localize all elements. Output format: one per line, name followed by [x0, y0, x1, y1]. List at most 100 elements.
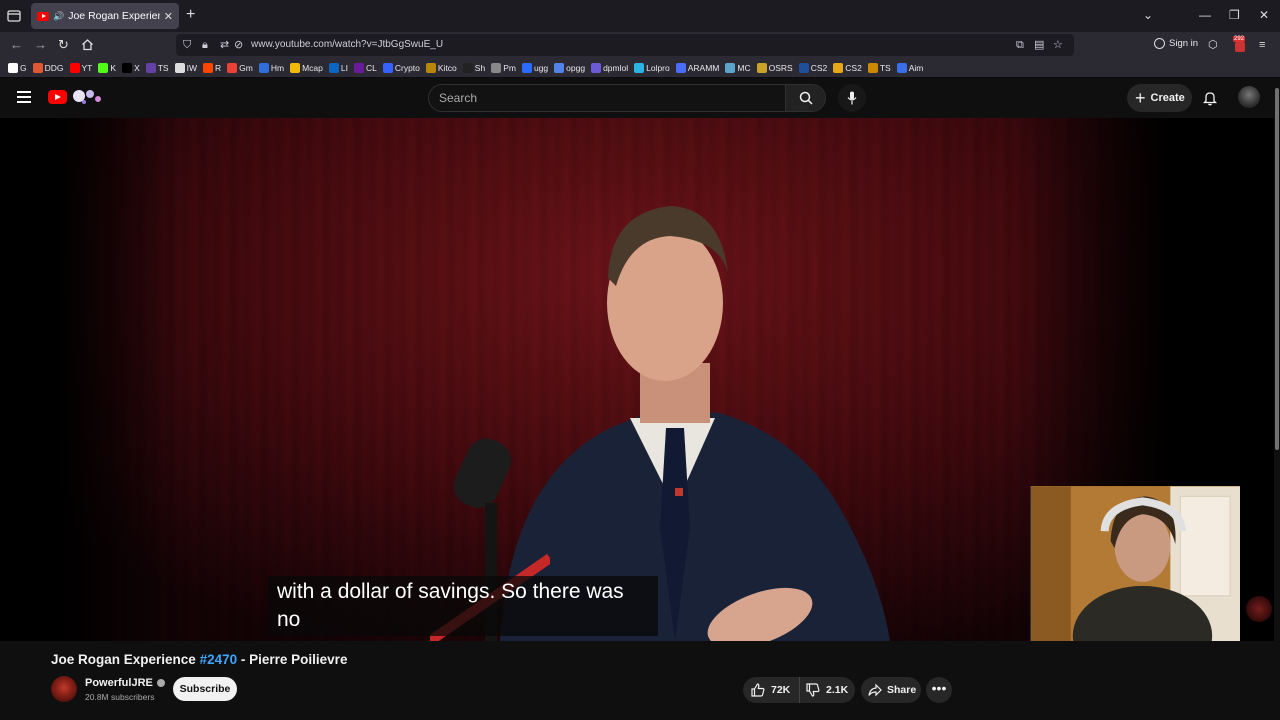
bookmark-item[interactable]: opgg	[554, 63, 585, 73]
video-title-prefix: Joe Rogan Experience	[51, 652, 196, 667]
reader-view-icon[interactable]: ▤	[1034, 38, 1044, 52]
search-button[interactable]	[785, 85, 825, 111]
bookmark-item[interactable]: LI	[328, 63, 348, 73]
home-icon[interactable]	[81, 38, 94, 51]
bookmark-item[interactable]: Sh	[462, 63, 485, 73]
caption-line-1: with a dollar of savings. So there was	[277, 580, 624, 603]
close-tab-icon[interactable]: ✕	[164, 10, 173, 23]
search-input[interactable]	[429, 85, 786, 111]
bookmark-favicon-icon	[69, 63, 80, 73]
bookmark-item[interactable]: dpmlol	[591, 63, 628, 73]
more-actions-button[interactable]: •••	[926, 677, 952, 703]
dislike-button[interactable]: 2.1K	[799, 677, 855, 703]
bookmark-favicon-icon	[32, 63, 43, 73]
bookmark-item[interactable]: TS	[145, 63, 169, 73]
bookmark-favicon-icon	[798, 63, 809, 73]
bookmark-item[interactable]: MC	[725, 63, 751, 73]
youtube-favicon-icon	[37, 11, 49, 21]
share-button[interactable]: Share	[861, 677, 921, 703]
forward-icon[interactable]: →	[34, 37, 47, 53]
channel-avatar[interactable]	[51, 676, 77, 702]
permissions-icon[interactable]: ⇄	[220, 38, 229, 52]
bookmark-item[interactable]: ARAMM	[675, 63, 719, 73]
bookmark-favicon-icon	[98, 63, 109, 73]
guide-menu-icon[interactable]	[17, 91, 31, 103]
back-icon[interactable]: ←	[10, 37, 23, 53]
bookmark-label: CL	[365, 63, 377, 73]
video-caption: with a dollar of savings. So there was n…	[268, 576, 658, 636]
bookmark-label: Lolpro	[646, 63, 670, 73]
bookmark-favicon-icon	[328, 63, 339, 73]
bookmark-item[interactable]: X	[122, 63, 140, 73]
extension-badge: 292	[1233, 36, 1246, 42]
tab-list-icon[interactable]	[6, 8, 22, 24]
bookmark-item[interactable]: OSRS	[756, 63, 793, 73]
bookmark-item[interactable]: CS2	[833, 63, 862, 73]
bookmark-item[interactable]: R	[203, 63, 221, 73]
channel-name[interactable]: PowerfulJRE	[85, 677, 165, 689]
create-button[interactable]: + Create	[1127, 84, 1192, 112]
notifications-bell-icon[interactable]	[1202, 90, 1218, 106]
browser-tab-active[interactable]: 🔊 Joe Rogan Experience #2470 - Pierre Po…	[31, 3, 179, 29]
bookmark-item[interactable]: Crypto	[382, 63, 420, 73]
youtube-doodle-icon[interactable]	[70, 87, 106, 107]
bookmark-label: DDG	[44, 63, 64, 73]
bookmark-label: opgg	[566, 63, 586, 73]
account-avatar[interactable]	[1238, 86, 1260, 108]
bookmark-item[interactable]: CL	[353, 63, 377, 73]
close-window-icon[interactable]: ✕	[1259, 8, 1269, 22]
bookmark-item[interactable]: Gm	[227, 63, 253, 73]
bookmark-favicon-icon	[896, 63, 907, 73]
channel-name-label[interactable]: PowerfulJRE	[85, 677, 153, 689]
address-bar[interactable]: ⛉ 🔒︎ ⇄ ⊘ www.youtube.com/watch?v=JtbGgSw…	[176, 34, 1074, 56]
episode-hashtag-link[interactable]: #2470	[200, 652, 238, 667]
tracking-blocked-icon[interactable]: ⊘	[234, 38, 243, 52]
bookmark-item[interactable]: IW	[174, 63, 197, 73]
bookmark-item[interactable]: YT	[69, 63, 93, 73]
shield-icon[interactable]: ⛉	[183, 38, 191, 52]
restore-window-icon[interactable]: ❐	[1229, 8, 1240, 22]
bookmark-item[interactable]: TS	[867, 63, 891, 73]
page-scrollbar[interactable]	[1274, 78, 1280, 720]
tab-dropdown-icon[interactable]: ⌄	[1143, 8, 1153, 22]
audio-playing-icon[interactable]: 🔊	[53, 11, 64, 22]
bookmark-item[interactable]: DDG	[32, 63, 64, 73]
lock-icon[interactable]: 🔒︎	[202, 38, 208, 52]
tab-title: Joe Rogan Experience #2470 - Pierre Poil…	[68, 10, 160, 22]
bookmark-star-icon[interactable]: ☆	[1053, 38, 1063, 52]
youtube-masthead: + Create	[0, 78, 1280, 118]
url-text[interactable]: www.youtube.com/watch?v=JtbGgSwuE_U	[251, 39, 443, 50]
bookmark-item[interactable]: Kitco	[425, 63, 457, 73]
bookmark-label: YT	[81, 63, 93, 73]
subscriber-count: 20.8M subscribers	[85, 692, 155, 702]
picture-in-picture-icon[interactable]: ⧉	[1016, 38, 1024, 52]
channel-watermark[interactable]	[1246, 596, 1272, 622]
bookmark-item[interactable]: Hm	[258, 63, 284, 73]
reload-icon[interactable]: ↻	[58, 37, 69, 53]
bookmark-item[interactable]: Pm	[491, 63, 516, 73]
bookmark-label: X	[134, 63, 140, 73]
video-player[interactable]: with a dollar of savings. So there was n…	[0, 118, 1274, 641]
bookmark-label: TS	[157, 63, 169, 73]
bookmark-item[interactable]: G	[8, 63, 27, 73]
bookmark-favicon-icon	[491, 63, 502, 73]
ublock-extension-icon[interactable]: 292	[1233, 36, 1247, 54]
signin-button[interactable]: Sign in	[1154, 38, 1198, 49]
bookmark-item[interactable]: Mcap	[290, 63, 323, 73]
bookmark-item[interactable]: Aim	[896, 63, 923, 73]
bookmark-item[interactable]: CS2	[798, 63, 827, 73]
app-menu-icon[interactable]: ≡	[1259, 38, 1265, 52]
bookmark-favicon-icon	[174, 63, 185, 73]
voice-search-button[interactable]	[838, 84, 866, 112]
share-label: Share	[887, 684, 917, 696]
bookmark-item[interactable]: Lolpro	[634, 63, 670, 73]
youtube-logo-icon[interactable]	[48, 90, 67, 104]
new-tab-icon[interactable]: +	[186, 7, 195, 23]
bookmark-item[interactable]: ugg	[521, 63, 548, 73]
extensions-icon[interactable]: ⬡	[1208, 38, 1218, 52]
subscribe-button[interactable]: Subscribe	[173, 677, 237, 701]
minimize-window-icon[interactable]: —	[1199, 8, 1211, 22]
search-box	[428, 84, 826, 112]
like-button[interactable]: 72K	[743, 677, 799, 703]
bookmark-item[interactable]: K	[98, 63, 116, 73]
